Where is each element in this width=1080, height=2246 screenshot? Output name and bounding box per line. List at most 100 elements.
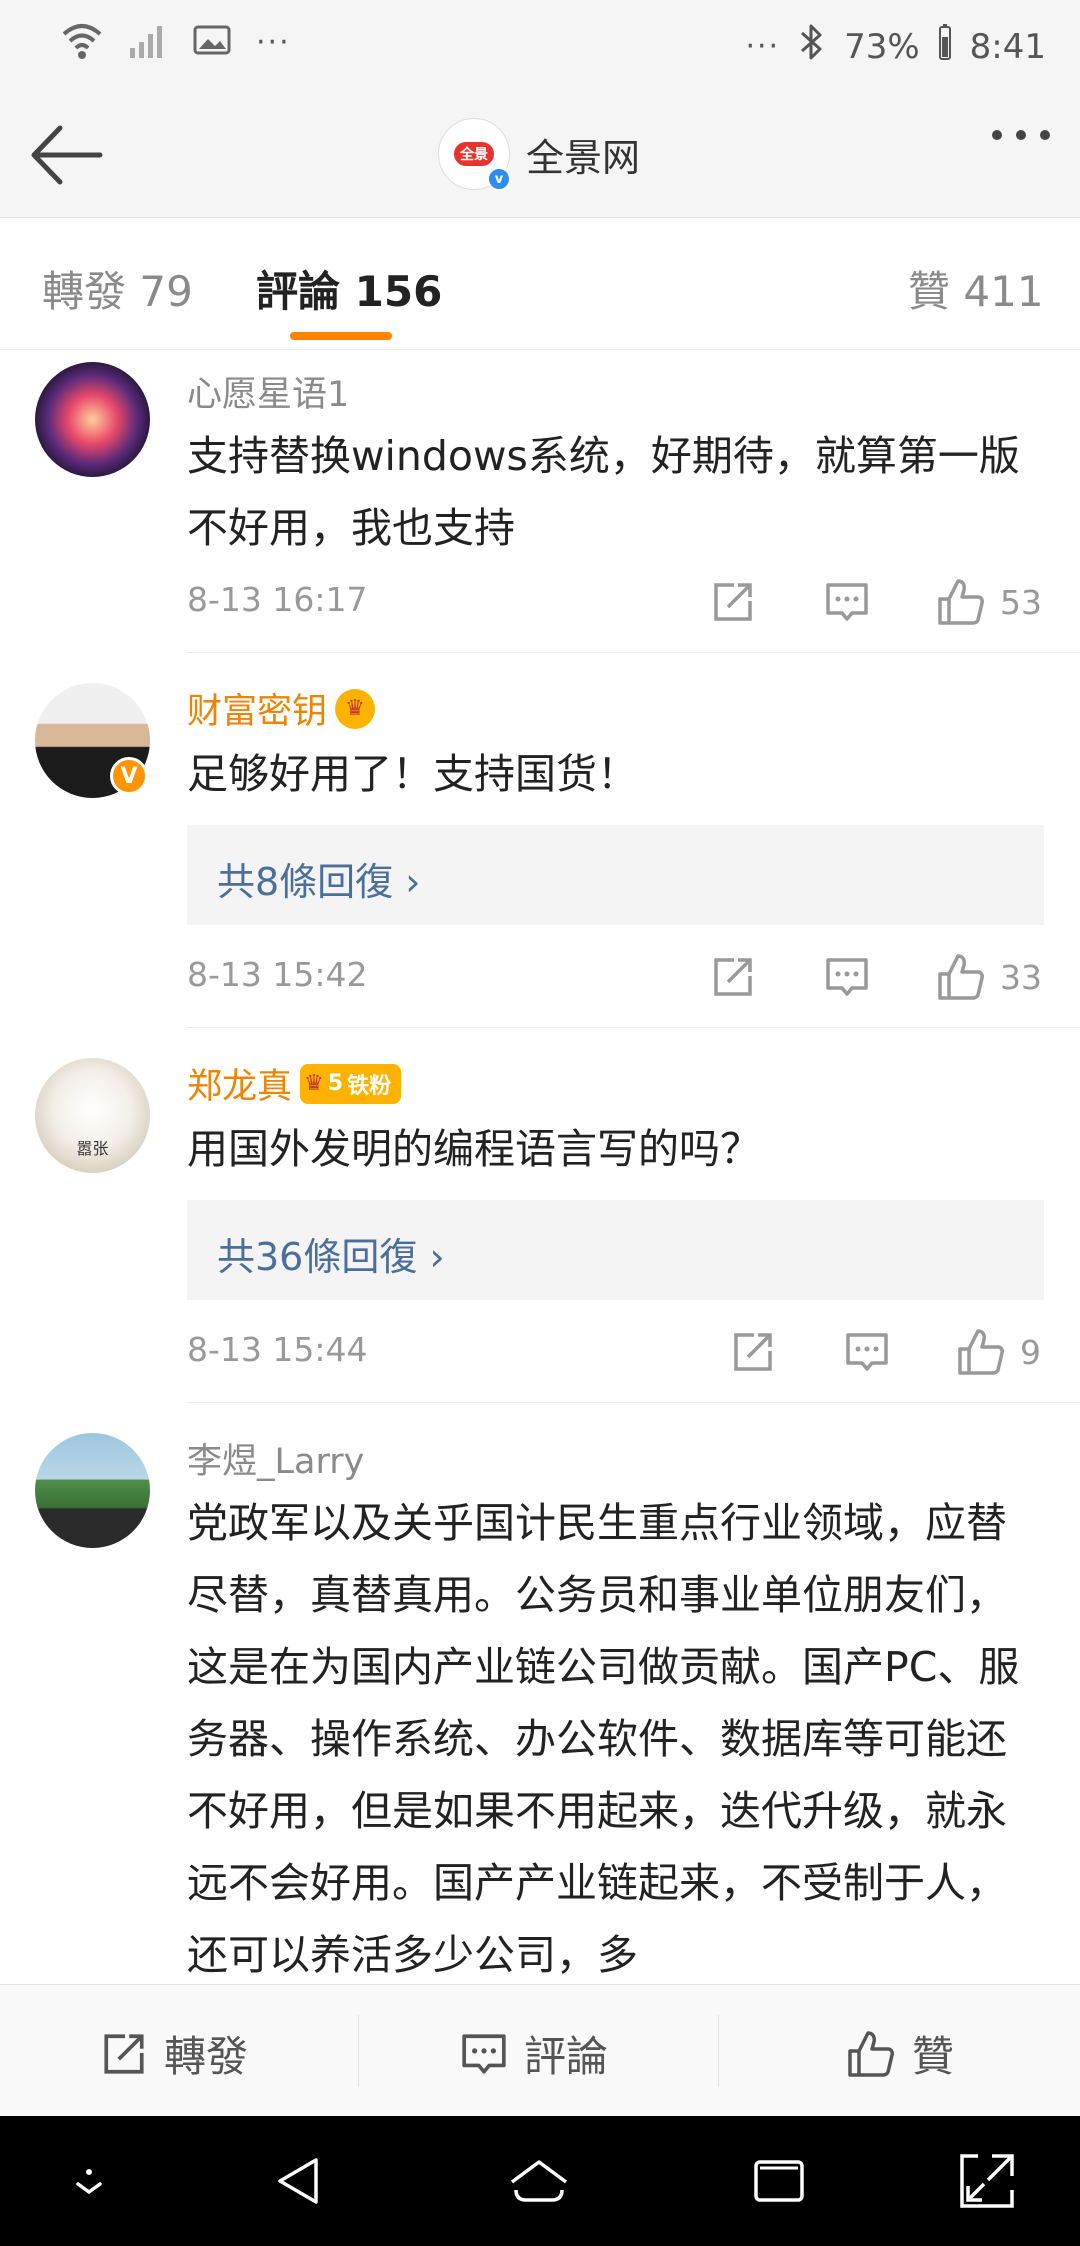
replies-link[interactable]: 共8條回復 › [187,825,1044,925]
like-count: 53 [1000,582,1042,622]
like-count: 33 [1000,957,1042,997]
expand-icon [960,2154,1014,2208]
comment-text: 用国外发明的编程语言写的吗？ [187,1125,761,1173]
arrow-left-icon [31,125,103,185]
signal-icon [128,20,168,64]
comment-text: 党政军以及关乎国计民生重点行业领域，应替尽替，真替真用。公务员和事业单位朋友们，… [187,1499,1020,1979]
comment-time: 8-13 15:44 [187,1330,368,1369]
avatar[interactable] [35,362,150,477]
tab-comments-label: 評論 [256,267,341,316]
avatar-caption: 嚣张 [76,1139,109,1158]
username-text: 心愿星语1 [187,375,350,415]
image-icon [192,22,232,62]
back-button[interactable] [28,120,108,190]
like-count: 9 [1020,1332,1041,1372]
hide-keyboard-button[interactable] [56,2148,122,2214]
tab-likes[interactable]: 贊 411 [908,258,1044,319]
fan-badge-text: 铁粉 [347,1073,392,1099]
vip-badge-icon: V [110,757,148,795]
like-label: 贊 [912,2032,955,2081]
nav-home-button[interactable] [506,2148,572,2214]
wifi-icon [60,18,104,66]
comment-username[interactable]: 李煜_Larry [187,1433,364,1484]
comment-icon [846,1333,888,1371]
nav-expand-button[interactable] [954,2148,1020,2214]
tab-reposts-label: 轉發 [42,267,127,316]
account-header[interactable]: 全景 v 全景网 [438,118,640,191]
system-nav-bar [0,2116,1080,2246]
comment-username[interactable]: 郑龙真 ♛ 5 铁粉 [187,1058,402,1109]
comment-icon [462,2033,506,2074]
bluetooth-icon [798,22,826,71]
comment-label: 評論 [524,2032,609,2081]
bottom-action-bar: 轉發 評論 贊 [0,1984,1080,2116]
divider [718,2015,719,2087]
logo-mark: 全景 [454,142,494,166]
comment-meta: 8-13 16:17 53 [0,572,1080,632]
clock: 8:41 [969,26,1046,67]
top-header: 全景 v 全景网 [0,90,1080,218]
tab-comments[interactable]: 評論 156 [256,258,442,319]
comment-button[interactable] [844,1322,890,1382]
tab-reposts[interactable]: 轉發 79 [42,258,193,319]
comment-icon [826,958,868,996]
tab-bar: 轉發 79 評論 156 贊 411 [0,218,1080,350]
home-icon [510,2160,568,2202]
comment-button[interactable] [824,947,870,1007]
share-icon [714,958,752,996]
like-button[interactable]: 33 [936,947,1042,1007]
recents-icon [754,2160,804,2202]
verified-badge-icon: v [487,167,511,191]
username-text: 李煜_Larry [187,1442,365,1482]
comment-text: 支持替换windows系统，好期待，就算第一版不好用，我也支持 [187,432,1020,552]
comment-text: 足够好用了！支持国货！ [187,750,638,798]
replies-count: 共8條回復 › [217,860,421,904]
comment-time: 8-13 15:42 [187,955,368,994]
comment-divider [187,652,1080,653]
tab-reposts-count: 79 [139,267,193,316]
active-tab-indicator [290,332,392,340]
like-button[interactable]: 9 [956,1322,1041,1382]
fan-badge: ♛ 5 铁粉 [300,1063,402,1104]
comment-action-button[interactable]: 評論 [460,2023,608,2084]
tab-likes-count: 411 [963,267,1044,316]
status-overflow: ··· [256,24,291,60]
comment-meta: 8-13 15:44 9 [0,1322,1080,1382]
share-button[interactable] [730,1322,776,1382]
fan-level: 5 [327,1071,344,1096]
battery-percent: 73% [844,26,920,67]
comment-button[interactable] [824,572,870,632]
divider [358,2015,359,2087]
triangle-back-icon [278,2158,318,2204]
nav-back-button[interactable] [266,2148,332,2214]
thumbs-up-icon [958,1329,1004,1375]
share-button[interactable] [710,572,756,632]
more-dots-icon[interactable] [992,130,1050,140]
share-icon [714,583,752,621]
comment-time: 8-13 16:17 [187,580,368,619]
like-action-button[interactable]: 贊 [846,2023,954,2084]
comment-username[interactable]: 心愿星语1 [187,366,349,417]
comment-icon [826,583,868,621]
avatar[interactable]: 嚣张 [35,1058,150,1173]
thumbs-up-icon [938,579,984,625]
share-icon [104,2033,144,2074]
crown-icon: ♛ [304,1071,324,1096]
comment-username[interactable]: 财富密钥 ♛ [187,683,376,734]
replies-link[interactable]: 共36條回復 › [187,1200,1044,1300]
avatar[interactable] [35,1433,150,1548]
nav-recents-button[interactable] [746,2148,812,2214]
crown-icon: ♛ [335,688,376,729]
repost-button[interactable]: 轉發 [100,2023,248,2084]
status-overflow-right: ··· [745,29,781,64]
comment-divider [187,1027,1080,1028]
username-text: 财富密钥 [187,692,328,732]
replies-count: 共36條回復 › [217,1235,445,1279]
battery-icon [938,23,952,70]
share-button[interactable] [710,947,756,1007]
thumbs-up-icon [848,2030,894,2077]
status-bar: ··· ··· 73% 8:41 [0,0,1080,90]
repost-label: 轉發 [164,2032,249,2081]
like-button[interactable]: 53 [936,572,1042,632]
comment-divider [187,1402,1080,1403]
